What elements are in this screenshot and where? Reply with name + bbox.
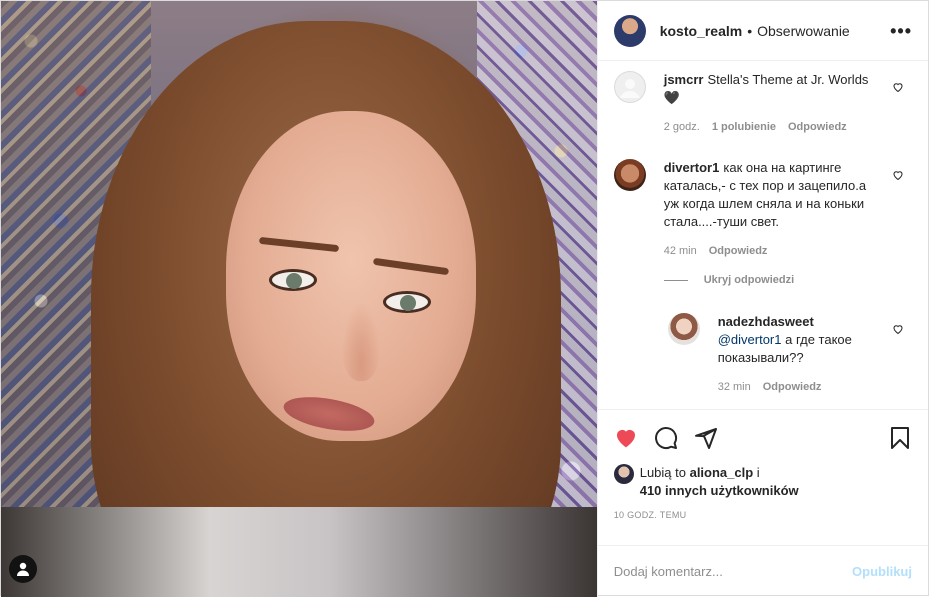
heart-filled-icon[interactable] xyxy=(614,426,638,450)
comment-item: divertor1 как она на картинге каталась,- … xyxy=(613,159,912,257)
following-button[interactable]: Obserwowanie xyxy=(757,23,850,39)
comment-like-button[interactable] xyxy=(892,81,904,96)
heart-outline-icon xyxy=(893,171,903,181)
hide-replies-button[interactable]: Ukryj odpowiedzi xyxy=(663,274,795,286)
reply-button[interactable]: Odpowiedz xyxy=(788,121,847,133)
reply-button[interactable]: Odpowiedz xyxy=(709,245,768,257)
reply-avatar[interactable] xyxy=(667,313,700,345)
separator-dot: • xyxy=(747,22,753,39)
comment-item: jsmcrr Stella's Theme at Jr. Worlds🖤 2 go… xyxy=(613,71,912,133)
comment-username[interactable]: divertor1 xyxy=(664,160,720,175)
comment-avatar[interactable] xyxy=(613,71,646,103)
comment-username[interactable]: jsmcrr xyxy=(664,72,704,87)
reply-username[interactable]: nadezhdasweet xyxy=(718,314,814,329)
user-icon xyxy=(17,562,29,576)
heart-outline-icon xyxy=(893,325,903,335)
reply-item: nadezhdasweet @divertor1 а где такое пок… xyxy=(667,313,912,393)
post-timestamp[interactable]: 10 godz. temu xyxy=(614,510,912,520)
post-header: kosto_realm • Obserwowanie ••• xyxy=(597,1,928,61)
post-actions: Lubią to aliona_clp i 410 innych użytkow… xyxy=(597,409,928,545)
heart-outline-icon xyxy=(893,83,903,93)
comment-like-button[interactable] xyxy=(892,169,904,184)
default-avatar-icon xyxy=(613,71,646,103)
others-likes-link[interactable]: 410 innych użytkowników xyxy=(640,483,799,498)
divider-line xyxy=(663,279,688,281)
comments-list: jsmcrr Stella's Theme at Jr. Worlds🖤 2 go… xyxy=(598,61,928,409)
comment-likes-count[interactable]: 1 polubienie xyxy=(712,121,776,133)
comment-time[interactable]: 2 godz. xyxy=(664,121,700,133)
mention-link[interactable]: @divertor1 xyxy=(718,332,782,347)
comment-icon[interactable] xyxy=(654,426,678,450)
bookmark-icon[interactable] xyxy=(888,426,912,450)
add-comment-bar: Opublikuj xyxy=(597,545,928,597)
share-icon[interactable] xyxy=(694,426,718,450)
liker-avatar[interactable] xyxy=(613,464,634,484)
post-dialog: kosto_realm • Obserwowanie ••• jsmcrr Ste… xyxy=(0,0,929,597)
post-sidebar: kosto_realm • Obserwowanie ••• jsmcrr Ste… xyxy=(596,1,928,597)
comment-input[interactable] xyxy=(613,564,853,579)
reply-time[interactable]: 32 min xyxy=(718,381,751,393)
reply-button[interactable]: Odpowiedz xyxy=(763,381,822,393)
author-username[interactable]: kosto_realm xyxy=(660,23,742,39)
comment-avatar[interactable] xyxy=(613,159,646,191)
post-photo[interactable] xyxy=(1,1,597,597)
tagged-users-button[interactable] xyxy=(9,555,37,583)
liker-username[interactable]: aliona_clp xyxy=(690,465,754,480)
reply-like-button[interactable] xyxy=(892,323,904,338)
more-horizontal-icon[interactable]: ••• xyxy=(890,22,912,40)
hide-replies-label: Ukryj odpowiedzi xyxy=(703,274,795,286)
likes-summary: Lubią to aliona_clp i 410 innych użytkow… xyxy=(613,464,912,500)
comment-time[interactable]: 42 min xyxy=(664,245,697,257)
author-avatar[interactable] xyxy=(613,14,646,47)
post-comment-button[interactable]: Opublikuj xyxy=(852,564,912,579)
